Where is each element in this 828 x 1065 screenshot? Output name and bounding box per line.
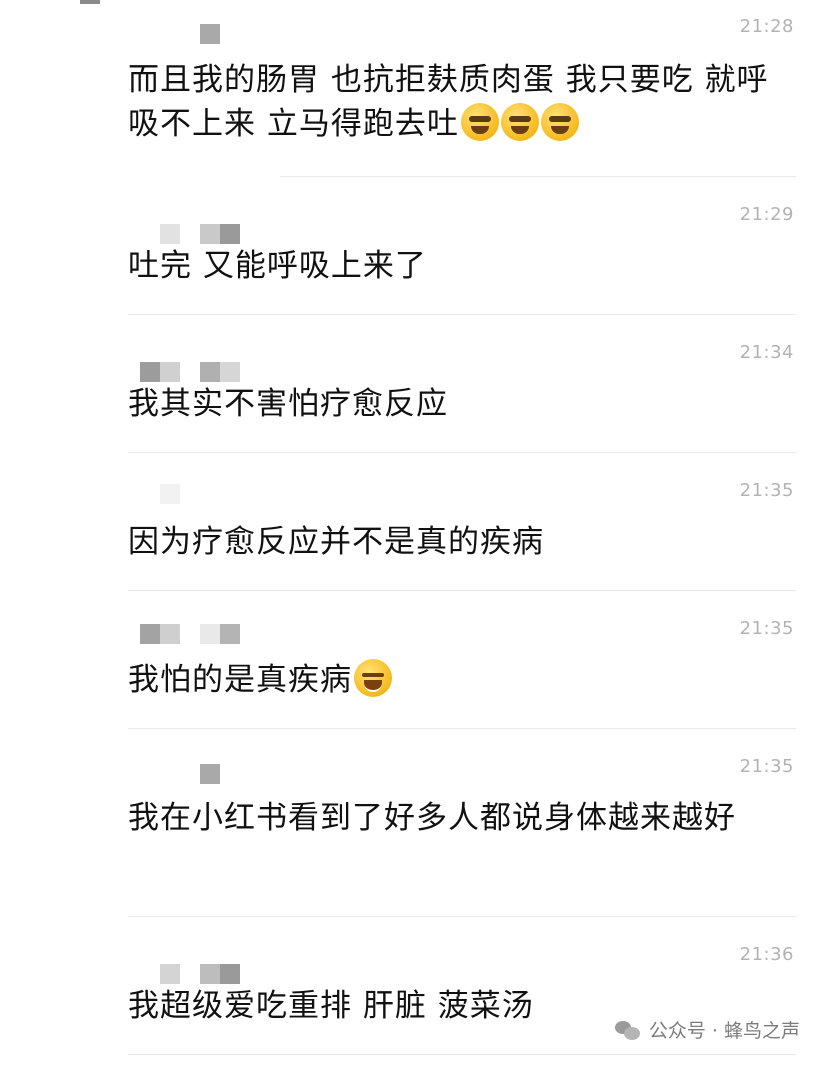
message-text: 吐完 又能呼吸上来了	[128, 248, 427, 284]
message-timestamp: 21:35	[739, 618, 794, 639]
facepalm-emoji-icon	[460, 103, 499, 141]
message-divider	[128, 916, 796, 917]
message-timestamp: 21:34	[739, 342, 794, 363]
message-divider	[128, 1054, 796, 1055]
sender-name-censored	[200, 24, 220, 44]
message-divider	[128, 452, 796, 453]
message-timestamp: 21:28	[739, 16, 794, 37]
message-divider	[128, 590, 796, 591]
wechat-icon	[614, 1019, 641, 1041]
message-timestamp: 21:29	[739, 204, 794, 225]
laughing-tears-emoji-icon	[354, 659, 392, 697]
sender-name-censored	[140, 624, 240, 644]
facepalm-emoji-icon	[540, 103, 579, 141]
message-timestamp: 21:35	[739, 480, 794, 501]
sender-name-censored	[160, 484, 180, 504]
message-text: 因为疗愈反应并不是真的疾病	[128, 524, 544, 560]
message-text: 我怕的是真疾病	[128, 658, 794, 702]
account-watermark: 公众号 · 蜂鸟之声	[614, 1016, 800, 1043]
sender-name-censored	[140, 362, 240, 382]
message-timestamp: 21:36	[739, 944, 794, 965]
message-divider	[128, 314, 796, 315]
facepalm-emoji-icon	[500, 103, 539, 141]
sender-name-censored	[160, 964, 240, 984]
top-edge-mark	[80, 0, 100, 4]
message-text: 我在小红书看到了好多人都说身体越来越好	[128, 800, 736, 836]
watermark-text: 公众号 · 蜂鸟之声	[648, 1020, 800, 1042]
message-divider	[128, 728, 796, 729]
message-text-body: 而且我的肠胃 也抗拒麸质肉蛋 我只要吃 就呼吸不上来 立马得跑去吐	[128, 62, 769, 142]
message-divider	[280, 176, 796, 177]
message-text: 我其实不害怕疗愈反应	[128, 386, 448, 422]
message-text-body: 我怕的是真疾病	[128, 662, 352, 698]
sender-name-censored	[160, 224, 240, 244]
message-text: 而且我的肠胃 也抗拒麸质肉蛋 我只要吃 就呼吸不上来 立马得跑去吐	[128, 58, 794, 146]
message-timestamp: 21:35	[739, 756, 794, 777]
sender-name-censored	[200, 764, 220, 784]
